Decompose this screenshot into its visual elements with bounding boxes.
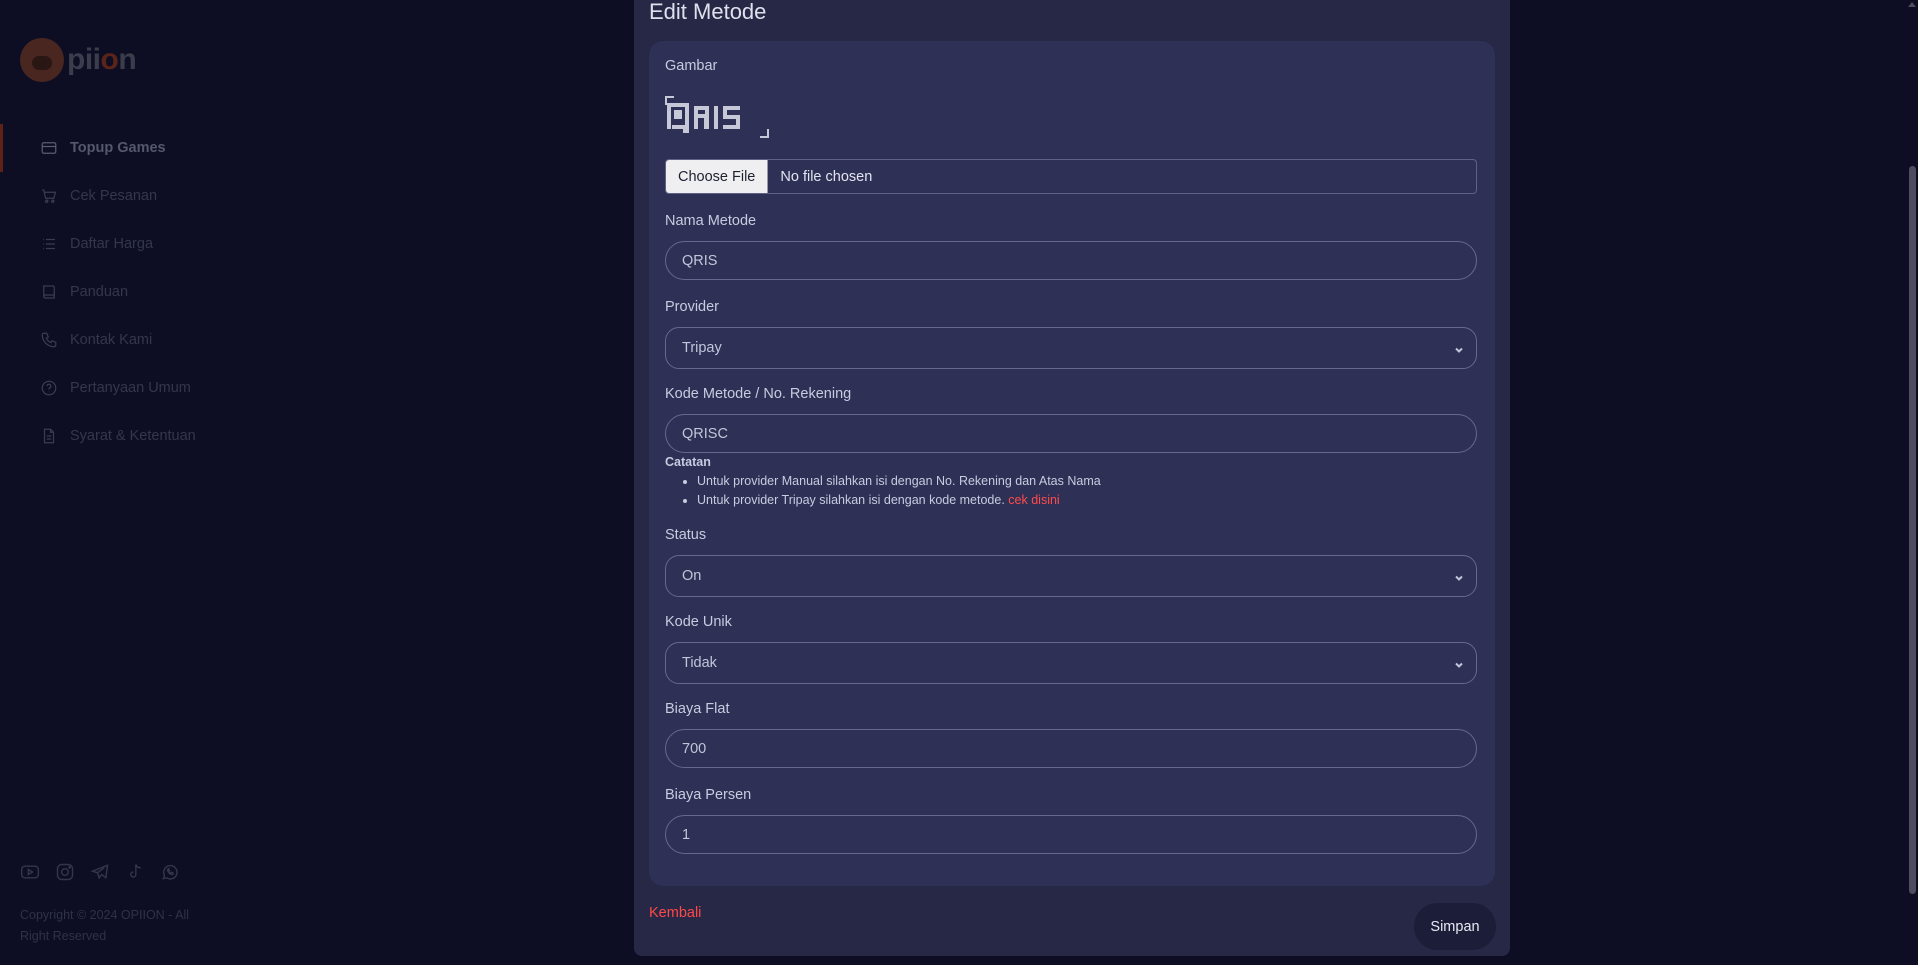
sidebar-item-label: Kontak Kami bbox=[70, 332, 153, 348]
note-title: Catatan bbox=[665, 455, 711, 469]
brand-name: piion bbox=[67, 43, 137, 76]
question-circle-icon bbox=[40, 379, 58, 397]
cek-disini-link[interactable]: cek disini bbox=[1008, 493, 1059, 507]
brand-logo[interactable]: piion bbox=[20, 38, 137, 82]
status-select[interactable]: On bbox=[665, 555, 1477, 597]
cart-icon bbox=[40, 187, 58, 205]
tiktok-icon[interactable] bbox=[125, 862, 145, 882]
sidebar-item-label: Panduan bbox=[70, 284, 129, 300]
chevron-down-icon bbox=[1454, 658, 1464, 668]
sidebar-item-label: Daftar Harga bbox=[70, 236, 154, 252]
youtube-icon[interactable] bbox=[20, 862, 40, 882]
note-item: Untuk provider Tripay silahkan isi denga… bbox=[697, 491, 1101, 510]
sidebar-item-label: Topup Games bbox=[70, 140, 166, 156]
note-list: Untuk provider Manual silahkan isi denga… bbox=[697, 472, 1101, 510]
chevron-down-icon bbox=[1454, 571, 1464, 581]
status-label: Status bbox=[665, 527, 707, 543]
sidebar: piion Topup Games Cek Pesanan Daftar Har… bbox=[0, 0, 260, 965]
nama-metode-label: Nama Metode bbox=[665, 213, 757, 229]
kode-unik-selected-value: Tidak bbox=[682, 655, 717, 671]
sidebar-item-label: Pertanyaan Umum bbox=[70, 380, 191, 396]
kode-metode-input[interactable]: QRISC bbox=[665, 414, 1477, 453]
scroll-up-arrow-icon[interactable] bbox=[1908, 2, 1916, 7]
sidebar-item-topup-games[interactable]: Topup Games bbox=[0, 124, 260, 172]
scrollbar-thumb[interactable] bbox=[1909, 166, 1916, 894]
scrollbar[interactable] bbox=[1906, 0, 1918, 965]
sidebar-item-syarat-ketentuan[interactable]: Syarat & Ketentuan bbox=[0, 412, 260, 460]
kode-unik-select[interactable]: Tidak bbox=[665, 642, 1477, 684]
choose-file-button[interactable]: Choose File bbox=[666, 160, 769, 193]
simpan-button[interactable]: Simpan bbox=[1414, 903, 1496, 950]
telegram-icon[interactable] bbox=[90, 862, 110, 882]
edit-method-form: Gambar Choose File No file chosen Nama M… bbox=[649, 41, 1495, 886]
kode-metode-label: Kode Metode / No. Rekening bbox=[665, 386, 852, 402]
gambar-label: Gambar bbox=[665, 58, 718, 74]
edit-method-modal: Edit Metode Gambar Choose File No file c… bbox=[634, 0, 1510, 956]
phone-icon bbox=[40, 331, 58, 349]
biaya-flat-input[interactable]: 700 bbox=[665, 729, 1477, 768]
nama-metode-input[interactable]: QRIS bbox=[665, 241, 1477, 280]
sidebar-item-label: Cek Pesanan bbox=[70, 188, 158, 204]
instagram-icon[interactable] bbox=[55, 862, 75, 882]
sidebar-item-daftar-harga[interactable]: Daftar Harga bbox=[0, 220, 260, 268]
file-status-text: No file chosen bbox=[780, 168, 873, 185]
list-icon bbox=[40, 235, 58, 253]
biaya-persen-label: Biaya Persen bbox=[665, 787, 752, 803]
qris-logo-image bbox=[665, 96, 769, 138]
sidebar-item-panduan[interactable]: Panduan bbox=[0, 268, 260, 316]
gamepad-logo-icon bbox=[20, 38, 64, 82]
book-icon bbox=[40, 283, 58, 301]
provider-selected-value: Tripay bbox=[682, 340, 722, 356]
kembali-link[interactable]: Kembali bbox=[649, 905, 701, 921]
note-item: Untuk provider Manual silahkan isi denga… bbox=[697, 472, 1101, 491]
chevron-down-icon bbox=[1454, 343, 1464, 353]
provider-label: Provider bbox=[665, 299, 719, 315]
sidebar-item-label: Syarat & Ketentuan bbox=[70, 428, 196, 444]
credit-card-icon bbox=[40, 139, 58, 157]
document-icon bbox=[40, 427, 58, 445]
status-selected-value: On bbox=[682, 568, 702, 584]
biaya-flat-label: Biaya Flat bbox=[665, 701, 730, 717]
provider-select[interactable]: Tripay bbox=[665, 327, 1477, 369]
social-links bbox=[20, 862, 180, 882]
sidebar-item-cek-pesanan[interactable]: Cek Pesanan bbox=[0, 172, 260, 220]
image-file-input[interactable]: Choose File No file chosen bbox=[665, 159, 1477, 194]
biaya-persen-input[interactable]: 1 bbox=[665, 815, 1477, 854]
whatsapp-icon[interactable] bbox=[160, 862, 180, 882]
sidebar-item-pertanyaan-umum[interactable]: Pertanyaan Umum bbox=[0, 364, 260, 412]
kode-unik-label: Kode Unik bbox=[665, 614, 732, 630]
sidebar-item-kontak-kami[interactable]: Kontak Kami bbox=[0, 316, 260, 364]
modal-title: Edit Metode bbox=[649, 0, 767, 24]
copyright-text: Copyright © 2024 OPIION - All Right Rese… bbox=[20, 908, 190, 943]
sidebar-nav: Topup Games Cek Pesanan Daftar Harga Pan… bbox=[0, 124, 260, 460]
